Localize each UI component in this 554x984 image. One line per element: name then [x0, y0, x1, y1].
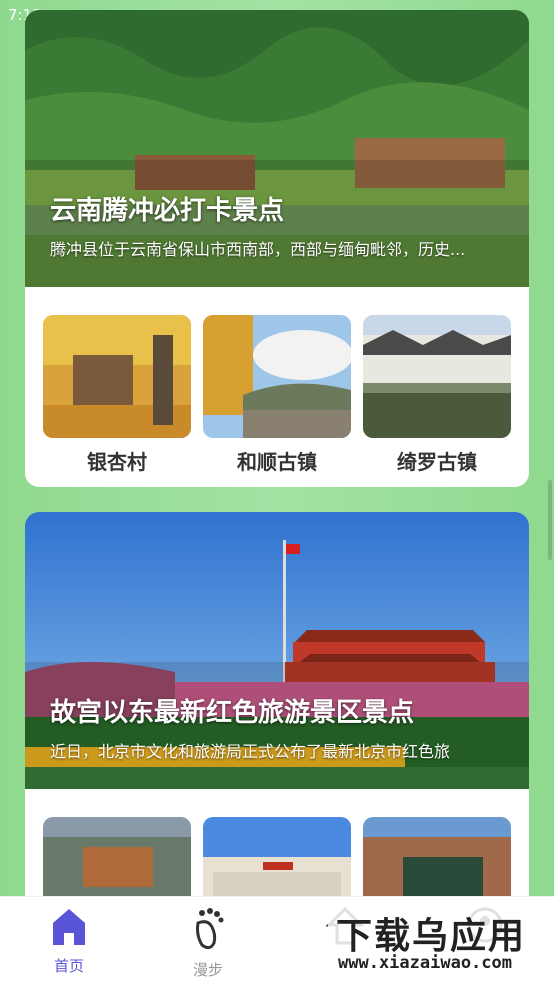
scroll-indicator[interactable]	[548, 480, 552, 560]
card-description: 近日，北京市文化和旅游局正式公布了最新北京市红色旅	[50, 742, 451, 761]
nav-home-label: 首页	[53, 957, 84, 975]
attraction-item[interactable]: 绮罗古镇	[363, 315, 511, 475]
card-title: 云南腾冲必打卡景点	[50, 196, 285, 226]
nav-home[interactable]: 首页	[19, 905, 119, 976]
watermark-title: 下载乌应用	[336, 916, 527, 957]
home-icon	[19, 905, 119, 951]
attraction-item[interactable]: 和顺古镇	[203, 315, 351, 475]
nav-walk[interactable]: 漫步	[158, 905, 258, 980]
attraction-item[interactable]: 银杏村	[43, 315, 191, 475]
hero-image[interactable]: 故宫以东最新红色旅游景区景点 近日，北京市文化和旅游局正式公布了最新北京市红色旅	[25, 512, 529, 789]
footprint-icon	[158, 905, 258, 955]
attraction-label: 银杏村	[87, 450, 147, 474]
attraction-photo	[203, 315, 351, 438]
nav-walk-label: 漫步	[192, 961, 223, 979]
card-description: 腾冲县位于云南省保山市西南部，西部与缅甸毗邻，历史...	[50, 240, 466, 259]
article-card[interactable]: 云南腾冲必打卡景点 腾冲县位于云南省保山市西南部，西部与缅甸毗邻，历史... 银…	[25, 10, 529, 487]
attraction-photo	[43, 315, 191, 438]
watermark: 下载乌应用 www.xiazaiwao.com	[328, 903, 550, 979]
attraction-label: 绮罗古镇	[397, 450, 477, 474]
attraction-label: 和顺古镇	[237, 450, 317, 474]
hero-image[interactable]: 云南腾冲必打卡景点 腾冲县位于云南省保山市西南部，西部与缅甸毗邻，历史...	[25, 10, 529, 287]
article-card[interactable]: 故宫以东最新红色旅游景区景点 近日，北京市文化和旅游局正式公布了最新北京市红色旅	[25, 512, 529, 912]
watermark-url: www.xiazaiwao.com	[338, 953, 512, 973]
card-title: 故宫以东最新红色旅游景区景点	[50, 698, 415, 728]
attraction-photo	[363, 315, 511, 438]
thumbnail-row: 银杏村 和顺古镇 绮罗古镇	[43, 315, 511, 475]
